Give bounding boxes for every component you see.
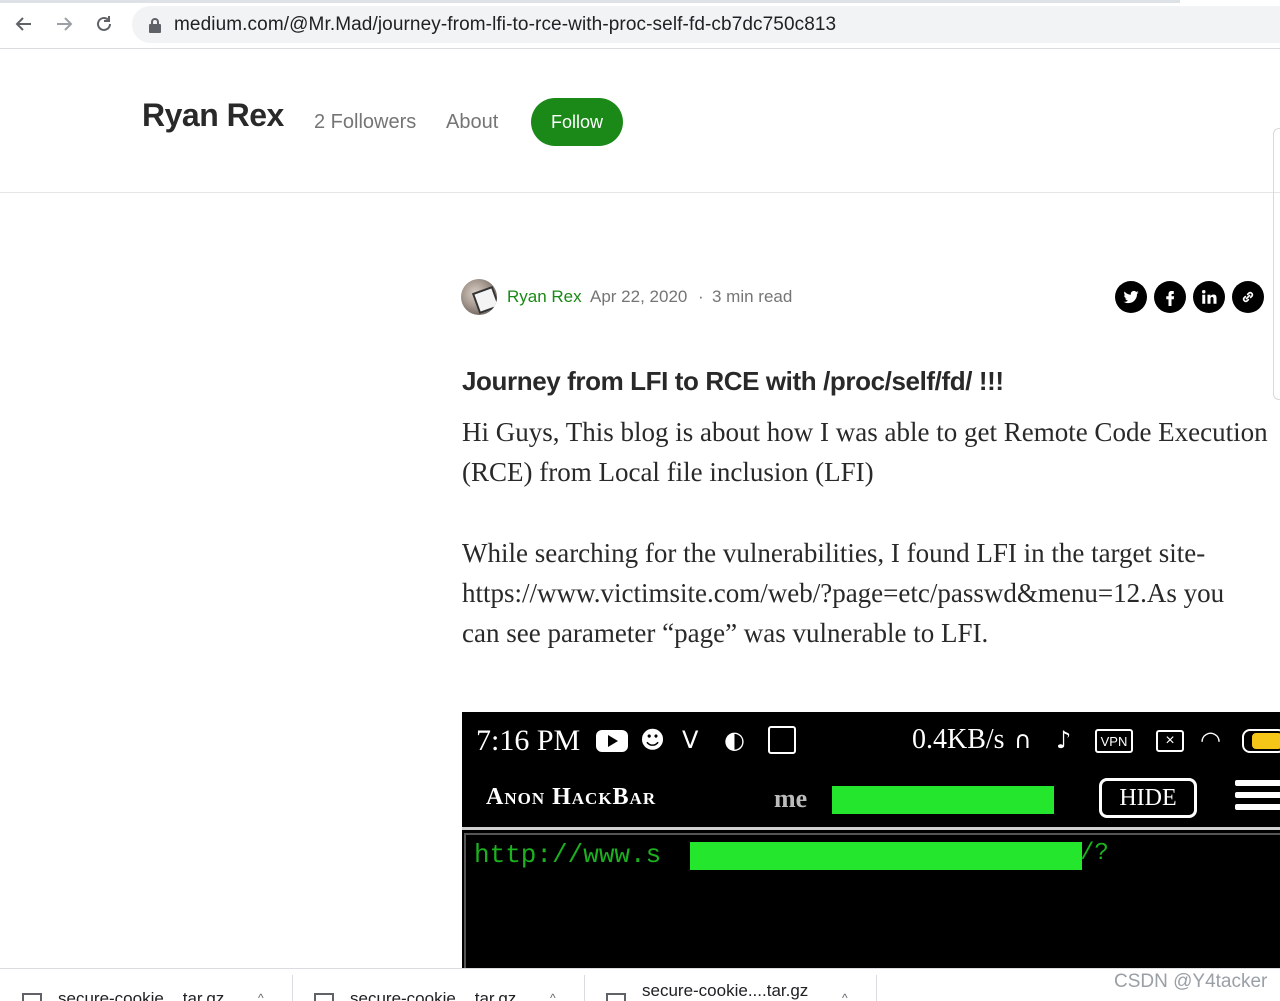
paragraph-line: While searching for the vulnerabilities,… (462, 538, 1206, 568)
volte-icon: V (682, 726, 699, 754)
url-text[interactable]: medium.com/@Mr.Mad/journey-from-lfi-to-r… (174, 14, 836, 36)
read-time: 3 min read (712, 287, 793, 306)
partial-label: me (774, 784, 808, 813)
article-title: Journey from LFI to RCE with /proc/self/… (462, 366, 1004, 396)
divider (292, 975, 293, 1001)
file-icon (606, 993, 626, 1001)
hackbar-title: Anon HackBar (486, 784, 657, 810)
hide-button: HIDE (1099, 778, 1197, 818)
download-filename[interactable]: secure-cookie....tar.gz (58, 989, 224, 1001)
facebook-icon[interactable] (1154, 281, 1186, 313)
file-icon (314, 993, 334, 1001)
menu-icon (1235, 780, 1280, 816)
followers-link[interactable]: 2 Followers (314, 111, 416, 134)
network-speed: 0.4KB/s (912, 724, 1005, 755)
paragraph-line: can see parameter “page” was vulnerable … (462, 618, 989, 648)
watermark: CSDN @Y4tacker (1114, 971, 1268, 992)
avatar[interactable] (461, 279, 497, 315)
linkedin-icon[interactable] (1193, 281, 1225, 313)
hackbar-url-suffix: /? (1080, 840, 1109, 867)
article-paragraph: While searching for the vulnerabilities,… (462, 533, 1280, 653)
divider (584, 975, 585, 1001)
download-shelf: secure-cookie....tar.gz ^ secure-cookie.… (0, 968, 1280, 1001)
byline-author[interactable]: Ryan Rex (507, 287, 582, 307)
file-icon (22, 993, 42, 1001)
side-panel-edge (1273, 128, 1280, 400)
bell-muted-icon: ♪ (1056, 726, 1072, 754)
article-paragraph: Hi Guys, This blog is about how I was ab… (462, 412, 1280, 492)
lock-icon[interactable] (148, 17, 162, 33)
redaction-block (832, 786, 1054, 814)
redaction-block (690, 842, 1082, 870)
ev-icon: ◐ (724, 726, 745, 754)
divider (876, 975, 877, 1001)
chevron-up-icon[interactable]: ^ (258, 991, 264, 1001)
status-time: 7:16 PM (476, 724, 581, 757)
youtube-icon (596, 730, 628, 752)
forward-icon[interactable] (52, 12, 76, 36)
publish-date: Apr 22, 2020 (590, 287, 688, 306)
paragraph-line: https://www.victimsite.com/web/?page=etc… (462, 578, 1225, 608)
reload-icon[interactable] (92, 12, 116, 36)
download-filename[interactable]: secure-cookie....tar.gz (642, 981, 808, 1001)
address-bar[interactable]: medium.com/@Mr.Mad/journey-from-lfi-to-r… (132, 6, 1280, 43)
paragraph-line: Hi Guys, This blog is about how I was ab… (462, 417, 1268, 447)
article-image: 7:16 PM ☻ V ◐ 0.4KB/s ∩ ♪ VPN × ◠ Anon H… (462, 712, 1280, 968)
wifi-icon: ◠ (1200, 726, 1221, 754)
vpn-icon: VPN (1095, 729, 1133, 753)
chevron-up-icon[interactable]: ^ (550, 991, 556, 1001)
anon-mask-icon: ☻ (640, 726, 666, 754)
author-name[interactable]: Ryan Rex (142, 97, 284, 134)
screenshot-icon (768, 726, 796, 754)
browser-toolbar: medium.com/@Mr.Mad/journey-from-lfi-to-r… (0, 0, 1280, 49)
twitter-icon[interactable] (1115, 281, 1147, 313)
back-icon[interactable] (12, 12, 36, 36)
paragraph-line: (RCE) from Local file inclusion (LFI) (462, 457, 874, 487)
hackbar-toolbar: Anon HackBar me HIDE (462, 770, 1280, 830)
about-link[interactable]: About (446, 111, 498, 134)
profile-header: Ryan Rex 2 Followers About Follow (0, 49, 1280, 193)
download-filename[interactable]: secure-cookie....tar.gz (350, 989, 516, 1001)
headphones-icon: ∩ (1014, 726, 1032, 754)
link-icon[interactable] (1232, 281, 1264, 313)
follow-button[interactable]: Follow (531, 98, 623, 146)
battery-icon (1242, 729, 1280, 753)
byline-separator: · (698, 287, 704, 306)
hackbar-url-prefix: http://www.s (474, 840, 662, 870)
no-sim-icon: × (1156, 730, 1184, 752)
chevron-up-icon[interactable]: ^ (842, 991, 848, 1001)
tab-strip-edge (0, 0, 1180, 3)
